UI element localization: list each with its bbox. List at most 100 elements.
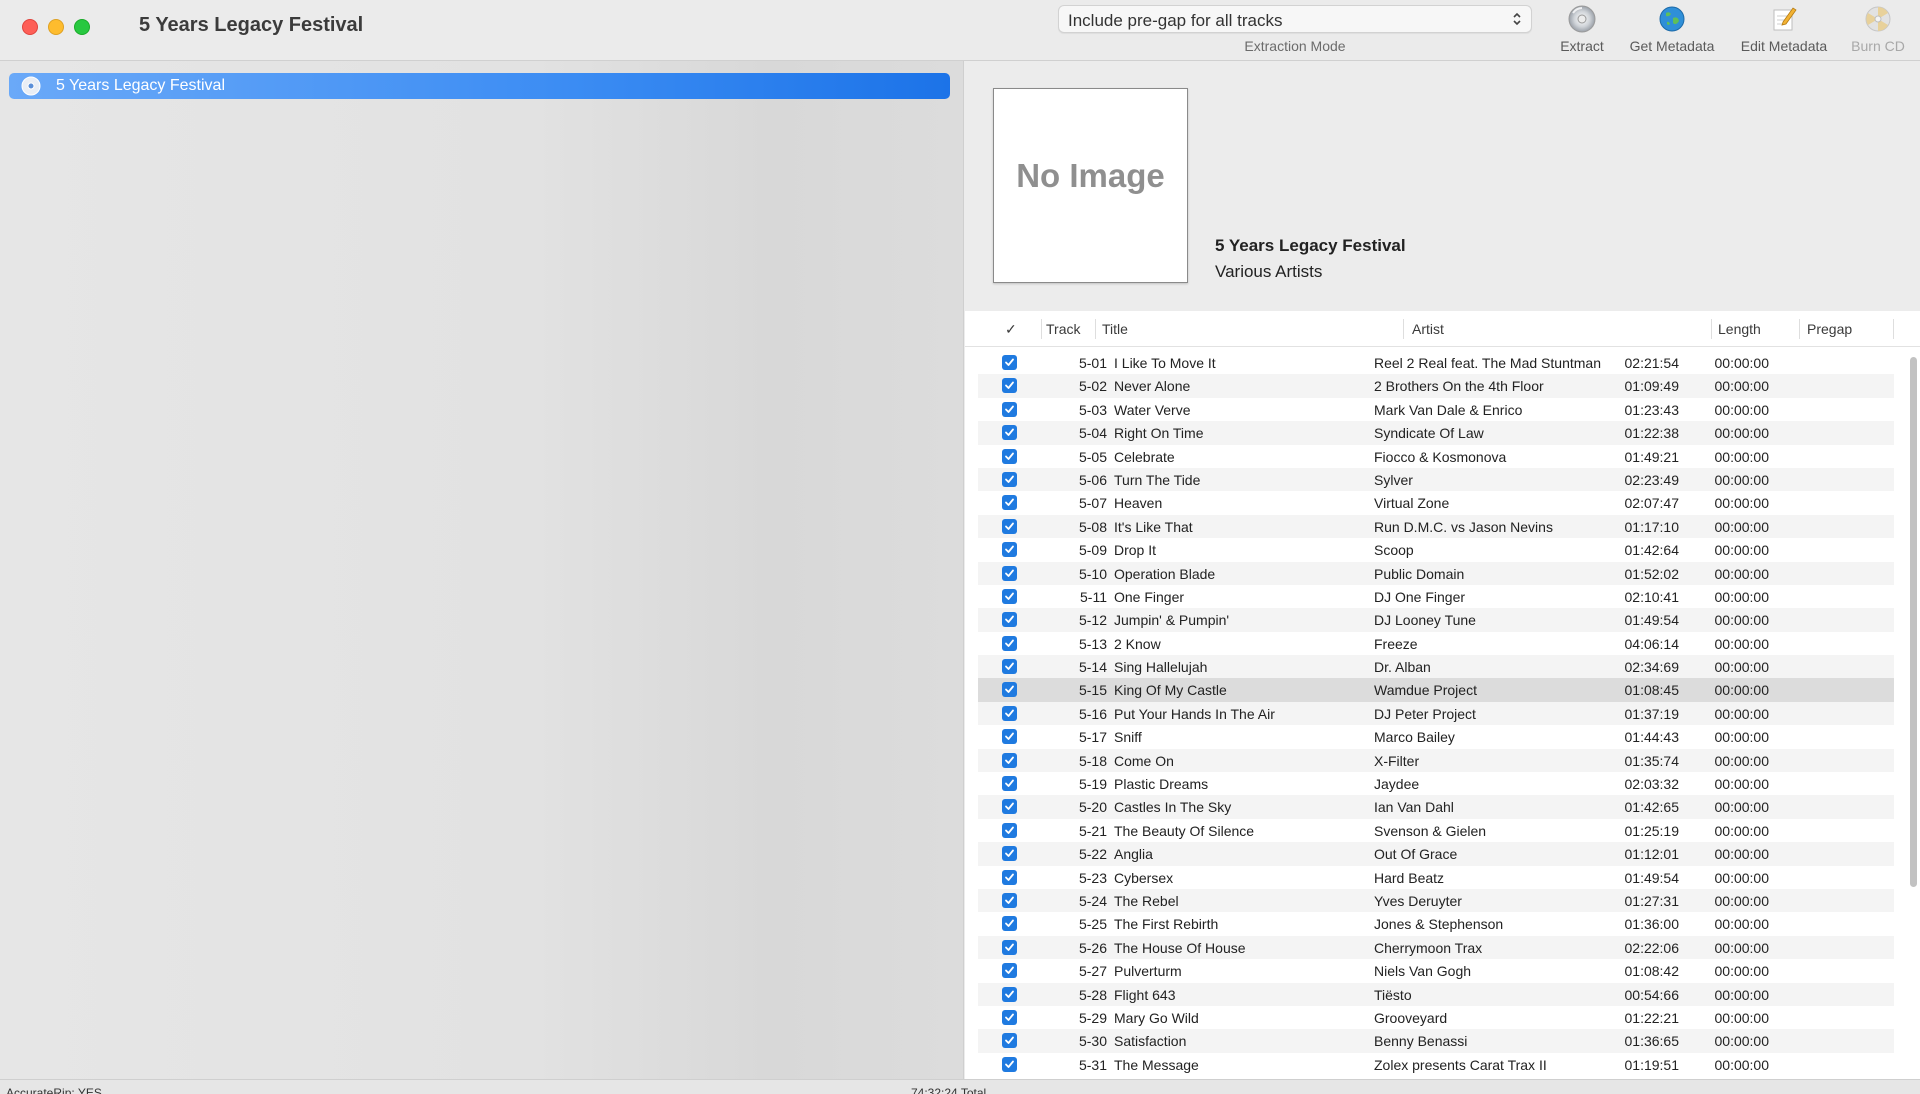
track-checkbox[interactable] — [1002, 963, 1017, 979]
source-item-disc[interactable]: 5 Years Legacy Festival — [9, 73, 950, 99]
column-header-check[interactable]: ✓ — [1005, 321, 1017, 338]
track-title: Sniff — [1114, 729, 1142, 746]
track-number: 5-29 — [1078, 1009, 1107, 1026]
track-number: 5-08 — [1078, 518, 1107, 535]
column-header-length[interactable]: Length — [1718, 321, 1761, 337]
track-checkbox[interactable] — [1002, 635, 1017, 651]
track-pregap: 00:00:00 — [1714, 401, 1770, 418]
get-metadata-button[interactable]: Get Metadata — [1622, 4, 1722, 56]
track-checkbox[interactable] — [1002, 776, 1017, 792]
track-row[interactable]: 5-13 2 Know Freeze 04:06:14 00:00:00 — [978, 632, 1894, 655]
checkmark-icon — [1005, 803, 1014, 811]
column-header-pregap[interactable]: Pregap — [1807, 321, 1852, 337]
track-title: The Beauty Of Silence — [1114, 822, 1255, 839]
track-checkbox[interactable] — [1002, 705, 1017, 721]
track-checkbox[interactable] — [1002, 448, 1017, 464]
track-checkbox[interactable] — [1002, 939, 1017, 955]
track-row[interactable]: 5-30 Satisfaction Benny Benassi 01:36:65 00:… — [978, 1029, 1894, 1053]
track-checkbox[interactable] — [1002, 1056, 1017, 1072]
checkmark-icon — [1005, 1013, 1014, 1021]
track-title: One Finger — [1114, 588, 1185, 605]
track-checkbox[interactable] — [1002, 659, 1017, 675]
checkmark-icon — [1005, 452, 1014, 460]
track-checkbox[interactable] — [1002, 916, 1017, 932]
track-row[interactable]: 5-12 Jumpin' & Pumpin' DJ Looney Tune 01:49… — [978, 608, 1894, 632]
track-checkbox[interactable] — [1002, 869, 1017, 885]
checkmark-icon — [1005, 662, 1014, 670]
album-artwork[interactable]: No Image — [993, 88, 1188, 283]
track-row[interactable]: 5-16 Put Your Hands In The Air DJ Peter Pr… — [978, 701, 1894, 726]
track-row[interactable]: 5-08 It's Like That Run D.M.C. vs Jason Ne… — [978, 514, 1894, 539]
close-window-button[interactable] — [22, 19, 38, 35]
column-header-artist[interactable]: Artist — [1412, 321, 1444, 337]
track-checkbox[interactable] — [1002, 682, 1017, 698]
track-length: 01:52:02 — [1624, 565, 1680, 582]
burn-cd-button[interactable]: Burn CD — [1843, 4, 1913, 56]
track-row[interactable]: 5-05 Celebrate Fiocco & Kosmonova 01:49:21 0… — [978, 445, 1894, 468]
track-row[interactable]: 5-25 The First Rebirth Jones & Stephenson 0… — [978, 912, 1894, 935]
extraction-mode-select[interactable]: Include pre-gap for all tracks — [1058, 5, 1532, 33]
scrollbar-thumb[interactable] — [1910, 357, 1917, 887]
track-row[interactable]: 5-26 The House Of House Cherrymoon Trax 02:… — [978, 935, 1894, 960]
track-row[interactable]: 5-22 Anglia Out Of Grace 01:12:01 00:00:00 — [978, 842, 1894, 866]
track-row[interactable]: 5-20 Castles In The Sky Ian Van Dahl 01:42:… — [978, 795, 1894, 819]
track-row[interactable]: 5-01 I Like To Move It Reel 2 Real feat. T… — [978, 351, 1894, 374]
track-checkbox[interactable] — [1002, 799, 1017, 815]
edit-metadata-button[interactable]: Edit Metadata — [1734, 4, 1834, 56]
track-row[interactable]: 5-02 Never Alone 2 Brothers On the 4th Flo… — [978, 374, 1894, 398]
track-checkbox[interactable] — [1002, 1009, 1017, 1025]
vertical-scrollbar[interactable] — [1910, 357, 1917, 1057]
extract-button[interactable]: Extract — [1551, 4, 1613, 56]
track-checkbox[interactable] — [1002, 612, 1017, 628]
track-row[interactable]: 5-29 Mary Go Wild Grooveyard 01:22:21 00:00:… — [978, 1006, 1894, 1029]
track-checkbox[interactable] — [1002, 355, 1017, 370]
track-row[interactable]: 5-04 Right On Time Syndicate Of Law 01:22:3… — [978, 421, 1894, 445]
track-row[interactable]: 5-10 Operation Blade Public Domain 01:52:02… — [978, 561, 1894, 585]
track-row[interactable]: 5-17 Sniff Marco Bailey 01:44:43 00:00:00 — [978, 725, 1894, 748]
track-checkbox[interactable] — [1002, 892, 1017, 908]
track-row[interactable]: 5-03 Water Verve Mark Van Dale & Enrico 01:… — [978, 398, 1894, 421]
track-row[interactable]: 5-07 Heaven Virtual Zone 02:07:47 00:00:00 — [978, 491, 1894, 514]
track-checkbox[interactable] — [1002, 495, 1017, 511]
track-checkbox[interactable] — [1002, 588, 1017, 604]
track-title: The Message — [1114, 1056, 1199, 1073]
checkmark-icon — [1005, 966, 1014, 975]
track-checkbox[interactable] — [1002, 986, 1017, 1002]
column-header-title[interactable]: Title — [1102, 321, 1128, 337]
source-list: 5 Years Legacy Festival — [0, 61, 964, 1079]
track-checkbox[interactable] — [1002, 822, 1017, 838]
track-checkbox[interactable] — [1002, 1033, 1017, 1049]
track-row[interactable]: 5-06 Turn The Tide Sylver 02:23:49 00:00:00 — [978, 467, 1894, 492]
track-row[interactable]: 5-31 The Message Zolex presents Carat Trax… — [978, 1053, 1894, 1076]
track-pregap: 00:00:00 — [1714, 729, 1770, 746]
track-checkbox[interactable] — [1002, 378, 1017, 394]
track-row[interactable]: 5-19 Plastic Dreams Jaydee 02:03:32 00:00:00 — [978, 772, 1894, 795]
column-divider — [1403, 319, 1404, 339]
track-row[interactable]: 5-15 King Of My Castle Wamdue Project 01:08… — [978, 678, 1894, 702]
column-header-track[interactable]: Track — [1046, 321, 1080, 337]
track-row[interactable]: 5-28 Flight 643 Tiësto 00:54:66 00:00:00 — [978, 982, 1894, 1006]
track-row[interactable]: 5-23 Cybersex Hard Beatz 01:49:54 00:00:00 — [978, 866, 1894, 889]
track-row[interactable]: 5-24 The Rebel Yves Deruyter 01:27:31 00:00:… — [978, 888, 1894, 913]
track-checkbox[interactable] — [1002, 846, 1017, 862]
extraction-mode-caption: Extraction Mode — [1244, 38, 1346, 54]
track-checkbox[interactable] — [1002, 425, 1017, 441]
track-checkbox[interactable] — [1002, 471, 1017, 487]
track-title: Operation Blade — [1114, 565, 1216, 582]
track-row[interactable]: 5-21 The Beauty Of Silence Svenson & Giele… — [978, 819, 1894, 842]
checkmark-icon — [1005, 709, 1014, 717]
track-checkbox[interactable] — [1002, 729, 1017, 745]
track-checkbox[interactable] — [1002, 542, 1017, 558]
track-row[interactable]: 5-14 Sing Hallelujah Dr. Alban 02:34:69 00:0… — [978, 655, 1894, 679]
track-checkbox[interactable] — [1002, 518, 1017, 534]
track-checkbox[interactable] — [1002, 752, 1017, 768]
track-row[interactable]: 5-09 Drop It Scoop 01:42:64 00:00:00 — [978, 538, 1894, 561]
zoom-window-button[interactable] — [74, 19, 90, 35]
track-row[interactable]: 5-11 One Finger DJ One Finger 02:10:41 00:00… — [978, 585, 1894, 608]
track-checkbox[interactable] — [1002, 401, 1017, 417]
track-title: King Of My Castle — [1114, 682, 1227, 699]
track-row[interactable]: 5-18 Come On X-Filter 01:35:74 00:00:00 — [978, 748, 1894, 773]
track-checkbox[interactable] — [1002, 565, 1017, 581]
track-row[interactable]: 5-27 Pulverturm Niels Van Gogh 01:08:42 00:0… — [978, 959, 1894, 982]
minimize-window-button[interactable] — [48, 19, 64, 35]
